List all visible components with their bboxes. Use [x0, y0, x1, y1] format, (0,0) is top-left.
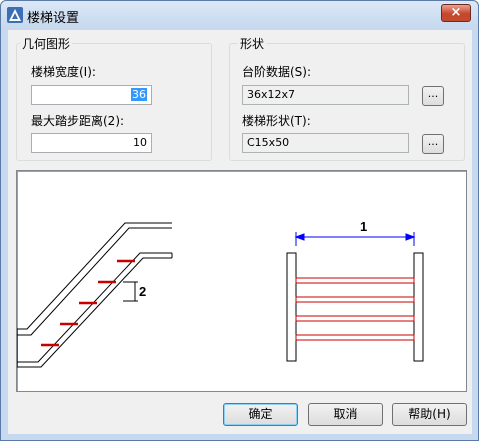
stair-shape-browse-button[interactable]: ... [422, 134, 444, 154]
stair-shape-label: 楼梯形状(T): [242, 114, 311, 128]
step-data-field[interactable]: 36x12x7 [242, 85, 409, 105]
title-bar[interactable]: 楼梯设置 × [1, 1, 478, 29]
close-button[interactable]: × [441, 4, 471, 22]
stair-front-view [286, 252, 424, 362]
geometry-group-title: 几何图形 [20, 35, 73, 52]
stair-width-label: 楼梯宽度(I): [31, 65, 96, 79]
dimension-2-marker [123, 281, 138, 302]
app-logo-icon [7, 7, 23, 23]
dimension-1-marker [294, 232, 416, 246]
shape-group-title: 形状 [238, 35, 267, 52]
dialog-window: 楼梯设置 × 几何图形 楼梯宽度(I): 36 最大踏步距离(2): 10 形状… [0, 0, 479, 441]
dimension-2-label: 2 [139, 284, 146, 299]
step-distance-label: 最大踏步距离(2): [31, 114, 125, 128]
front-steps [295, 277, 415, 341]
step-distance-input[interactable]: 10 [31, 133, 152, 153]
dialog-body: 几何图形 楼梯宽度(I): 36 最大踏步距离(2): 10 形状 台阶数据(S… [8, 30, 472, 434]
stair-side-view [17, 222, 173, 368]
stair-width-input[interactable]: 36 [31, 85, 152, 105]
window-title: 楼梯设置 [27, 11, 80, 26]
stair-width-value: 36 [131, 88, 147, 101]
help-button[interactable]: 帮助(H) [392, 403, 467, 426]
ok-button[interactable]: 确定 [223, 403, 298, 426]
close-icon: × [450, 5, 462, 20]
dimension-1-label: 1 [360, 219, 367, 234]
cancel-button[interactable]: 取消 [308, 403, 383, 426]
stair-preview-panel: 2 1 [16, 170, 467, 392]
stair-preview-drawing: 2 1 [17, 219, 424, 368]
stair-shape-field[interactable]: C15x50 [242, 133, 409, 153]
step-data-browse-button[interactable]: ... [422, 86, 444, 106]
step-data-label: 台阶数据(S): [242, 65, 312, 79]
